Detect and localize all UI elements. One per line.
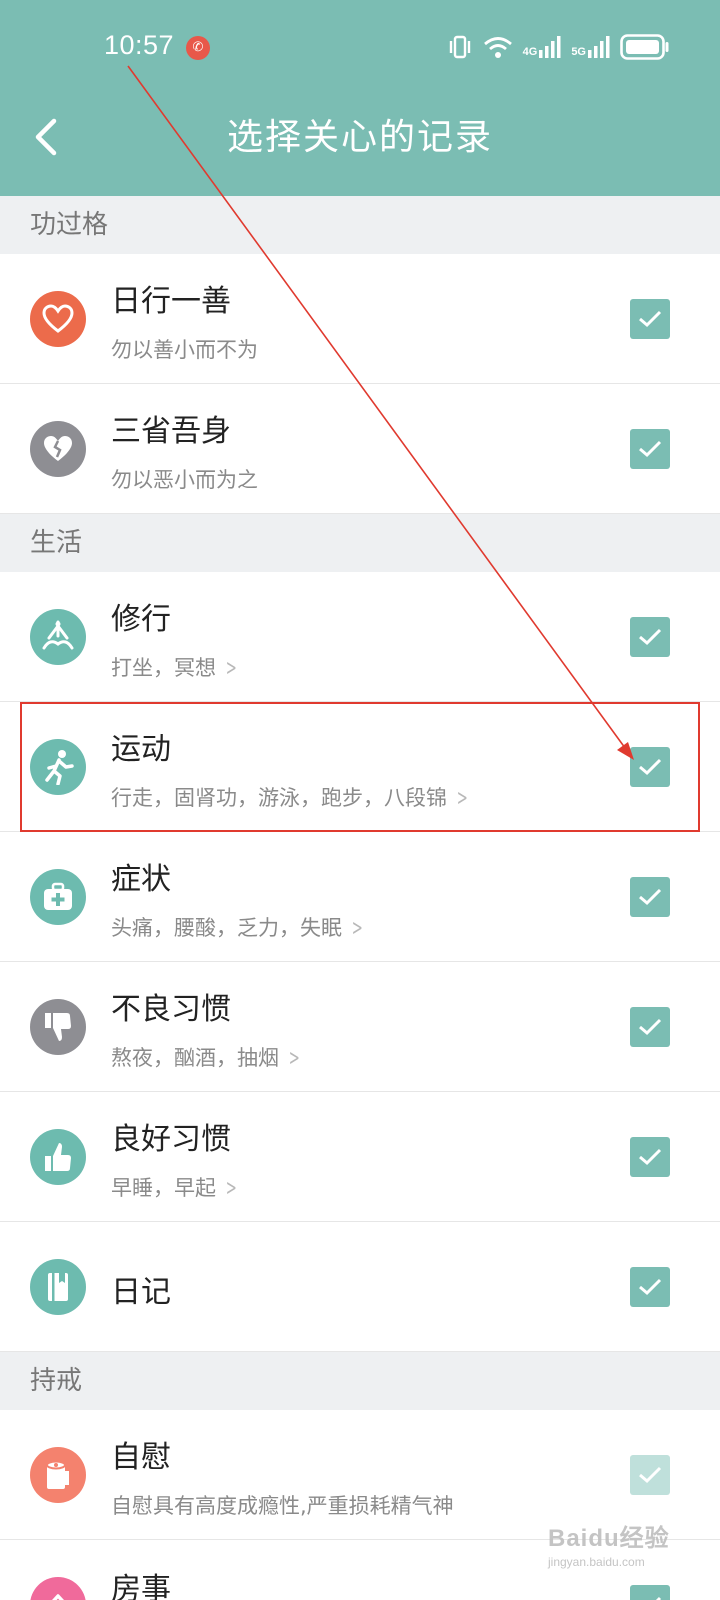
list-item[interactable]: 修行 打坐，冥想 > bbox=[0, 572, 720, 702]
checkmark-icon bbox=[639, 440, 662, 458]
item-subtitle: 勿以善小而不为 bbox=[111, 334, 258, 364]
app-bar: 10:57 ✆ 4G 5G 选择关心的记录 bbox=[0, 0, 720, 196]
network-type-2: 5G bbox=[571, 46, 586, 58]
battery-icon bbox=[620, 34, 670, 60]
item-subtitle: 勿以恶小而为之 bbox=[111, 464, 258, 494]
item-checkbox[interactable] bbox=[630, 1585, 670, 1600]
thumbs-up-icon bbox=[30, 1129, 86, 1185]
status-time: 10:57 bbox=[104, 30, 175, 60]
item-subtitle-text: 早睡，早起 bbox=[111, 1176, 216, 1200]
section-header: 持戒 bbox=[0, 1352, 720, 1410]
list-item[interactable]: 日记 bbox=[0, 1222, 720, 1352]
highlight-box bbox=[20, 702, 700, 832]
item-checkbox[interactable] bbox=[630, 877, 670, 917]
item-title: 日行一善 bbox=[111, 284, 231, 319]
chevron-right-icon: > bbox=[351, 916, 363, 941]
item-subtitle[interactable]: 头痛，腰酸，乏力，失眠 > bbox=[111, 912, 366, 942]
section-header: 生活 bbox=[0, 514, 720, 572]
page-title: 选择关心的记录 bbox=[226, 117, 493, 158]
item-title: 自慰 bbox=[111, 1440, 171, 1475]
status-icons: 4G 5G bbox=[447, 34, 670, 60]
item-title: 三省吾身 bbox=[111, 414, 231, 449]
checkmark-icon bbox=[655, 1596, 662, 1600]
item-checkbox[interactable] bbox=[630, 429, 670, 469]
cell-signal-2-icon: 5G bbox=[571, 36, 610, 58]
item-subtitle[interactable]: 熬夜，酗酒，抽烟 > bbox=[111, 1042, 303, 1072]
item-checkbox[interactable] bbox=[630, 1007, 670, 1047]
watermark-url: jingyan.baidu.com bbox=[548, 1555, 645, 1569]
meditation-icon bbox=[30, 609, 86, 665]
item-subtitle-text: 自慰具有高度成瘾性,严重损耗精气神 bbox=[111, 1494, 454, 1518]
item-subtitle-text: 勿以善小而不为 bbox=[111, 338, 258, 362]
checkmark-icon bbox=[639, 310, 662, 328]
section-header: 功过格 bbox=[0, 196, 720, 254]
checkmark-icon bbox=[639, 1278, 662, 1296]
item-title: 不良习惯 bbox=[111, 992, 231, 1027]
item-title: 症状 bbox=[111, 862, 171, 897]
item-subtitle-text: 勿以恶小而为之 bbox=[111, 468, 258, 492]
item-subtitle[interactable]: 早睡，早起 > bbox=[111, 1172, 240, 1202]
item-checkbox[interactable] bbox=[630, 299, 670, 339]
vibrate-icon bbox=[447, 35, 473, 59]
item-title: 良好习惯 bbox=[111, 1122, 231, 1157]
checkmark-icon bbox=[639, 888, 662, 906]
flower-icon bbox=[30, 1577, 86, 1600]
item-title: 房事 bbox=[111, 1572, 171, 1600]
item-subtitle: 自慰具有高度成瘾性,严重损耗精气神 bbox=[111, 1490, 454, 1520]
item-checkbox[interactable] bbox=[630, 1455, 670, 1495]
watermark: Baidu经验 jingyan.baidu.com bbox=[548, 1518, 670, 1569]
chevron-right-icon: > bbox=[225, 1176, 237, 1201]
heart-icon bbox=[30, 291, 86, 347]
record-list: 功过格 日行一善 勿以善小而不为 三省吾身 勿以恶小而为之 生活 修行 打坐，冥… bbox=[0, 196, 720, 1600]
list-item[interactable]: 日行一善 勿以善小而不为 bbox=[0, 254, 720, 384]
chevron-right-icon: > bbox=[288, 1046, 300, 1071]
checkmark-icon bbox=[639, 1148, 662, 1166]
wifi-icon bbox=[483, 35, 513, 59]
item-checkbox[interactable] bbox=[630, 617, 670, 657]
item-title: 日记 bbox=[111, 1275, 171, 1310]
item-subtitle-text: 头痛，腰酸，乏力，失眠 bbox=[111, 916, 342, 940]
checkmark-icon bbox=[639, 1466, 662, 1484]
chevron-right-icon: > bbox=[225, 656, 237, 681]
item-subtitle-text: 熬夜，酗酒，抽烟 bbox=[111, 1046, 279, 1070]
item-subtitle[interactable]: 打坐，冥想 > bbox=[111, 652, 240, 682]
broken-heart-icon bbox=[30, 421, 86, 477]
list-item[interactable]: 不良习惯 熬夜，酗酒，抽烟 > bbox=[0, 962, 720, 1092]
item-title: 修行 bbox=[111, 602, 171, 637]
missed-call-icon: ✆ bbox=[186, 36, 210, 60]
tissue-roll-icon bbox=[30, 1447, 86, 1503]
list-item[interactable]: 症状 头痛，腰酸，乏力，失眠 > bbox=[0, 832, 720, 962]
status-bar: 10:57 ✆ 4G 5G bbox=[0, 0, 720, 100]
thumbs-down-icon bbox=[30, 999, 86, 1055]
diary-icon bbox=[30, 1259, 86, 1315]
checkmark-icon bbox=[639, 1018, 662, 1036]
item-checkbox[interactable] bbox=[630, 1137, 670, 1177]
checkmark-icon bbox=[639, 628, 662, 646]
list-item[interactable]: 良好习惯 早睡，早起 > bbox=[0, 1092, 720, 1222]
list-item[interactable]: 三省吾身 勿以恶小而为之 bbox=[0, 384, 720, 514]
network-type-1: 4G bbox=[522, 46, 538, 58]
item-subtitle-text: 打坐，冥想 bbox=[111, 656, 216, 680]
watermark-logo: Baidu经验 bbox=[548, 1525, 670, 1552]
medical-kit-icon bbox=[30, 869, 86, 925]
cell-signal-1-icon: 4G bbox=[523, 36, 562, 58]
item-checkbox[interactable] bbox=[630, 1267, 670, 1307]
